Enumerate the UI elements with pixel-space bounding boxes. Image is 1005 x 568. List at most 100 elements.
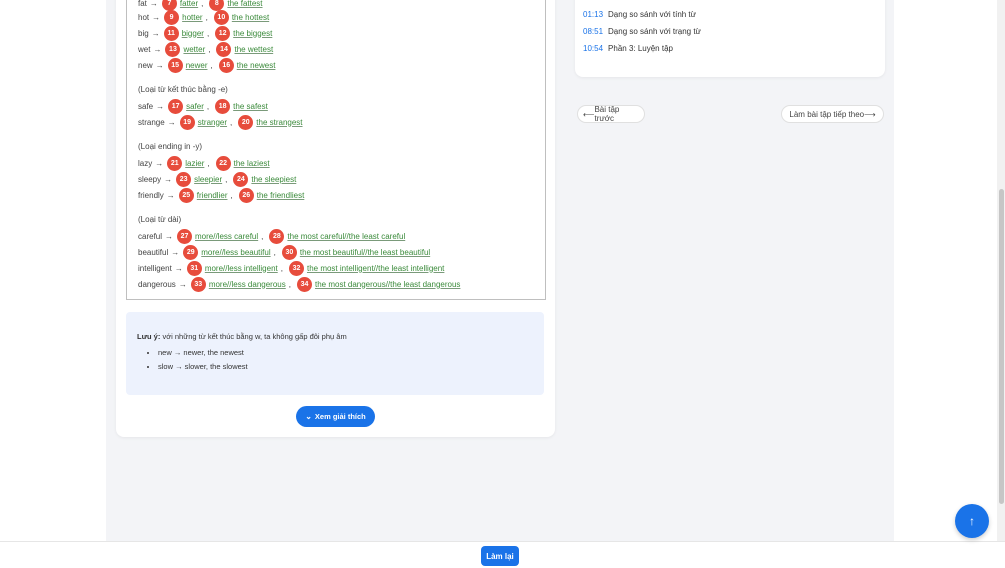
arrow-icon: →	[153, 44, 162, 54]
answer-comparative[interactable]: fatter	[180, 0, 198, 8]
base-word: strange	[138, 117, 165, 127]
answer-superlative[interactable]: the biggest	[233, 29, 272, 38]
scroll-to-top-button[interactable]: ↑	[955, 504, 989, 538]
note-list: new → newer, the newest slow → slower, t…	[144, 348, 248, 376]
comma-separator: ,	[230, 117, 233, 127]
exercise-row: dangerous → 33 more//less dangerous, 34 the m…	[138, 276, 460, 292]
arrow-icon: →	[152, 12, 161, 22]
blank-number-badge: 12	[215, 25, 231, 41]
answer-comparative[interactable]: more//less careful	[195, 232, 258, 241]
note-text: với những từ kết thúc bằng w, ta không g…	[162, 332, 347, 341]
answer-comparative[interactable]: newer	[186, 61, 208, 70]
answer-comparative[interactable]: more//less intelligent	[205, 264, 278, 273]
exercise-row: intelligent → 31 more//less intelligent, 32 t…	[138, 260, 444, 276]
scrollbar-thumb[interactable]	[999, 189, 1004, 504]
answer-comparative[interactable]: wetter	[183, 45, 205, 54]
comma-separator: ,	[225, 174, 228, 184]
answer-superlative[interactable]: the laziest	[234, 159, 270, 168]
answer-superlative[interactable]: the wettest	[234, 45, 273, 54]
answer-superlative[interactable]: the most beautiful//the least beautiful	[300, 248, 430, 257]
base-word: big	[138, 28, 149, 38]
answer-comparative[interactable]: sleepier	[194, 175, 222, 184]
blank-number-badge: 17	[168, 98, 184, 114]
answer-comparative[interactable]: more//less dangerous	[209, 280, 286, 289]
toc-title: Dạng so sánh với tính từ	[608, 10, 697, 19]
comma-separator: ,	[261, 231, 264, 241]
page-margin-left	[0, 0, 106, 541]
answer-comparative[interactable]: hotter	[182, 13, 202, 22]
comma-separator: ,	[273, 247, 276, 257]
comma-separator: ,	[201, 0, 204, 8]
answer-comparative[interactable]: safer	[186, 102, 204, 111]
answer-superlative[interactable]: the sleepiest	[251, 175, 296, 184]
toc-time: 01:13	[583, 10, 604, 19]
blank-number-badge: 19	[179, 114, 195, 130]
next-exercise-label: Làm bài tập tiếp theo	[789, 109, 865, 119]
arrow-left-icon: ⟵	[583, 109, 595, 119]
arrow-right-icon: ⟶	[864, 109, 876, 119]
answer-comparative[interactable]: friendlier	[197, 191, 228, 200]
base-word: wet	[138, 44, 151, 54]
toc-item[interactable]: 10:54 Phần 3: Luyện tập	[583, 44, 673, 53]
answer-superlative[interactable]: the hottest	[232, 13, 269, 22]
chevron-down-icon: ⌄	[305, 412, 312, 421]
previous-exercise-label: Bài tập trước	[594, 105, 620, 123]
exercise-row: strange → 19 stranger, 20 the strangest	[138, 114, 303, 130]
exercise-row: fat → 7 fatter, 8 the fattest	[138, 0, 263, 11]
comma-separator: ,	[288, 279, 291, 289]
base-word: beautiful	[138, 247, 169, 257]
group-heading-long: (Loại từ dài)	[138, 215, 182, 224]
blank-number-badge: 26	[238, 187, 254, 203]
answer-comparative[interactable]: bigger	[182, 29, 204, 38]
blank-number-badge: 32	[288, 260, 304, 276]
answer-superlative[interactable]: the most intelligent//the least intellig…	[307, 264, 444, 273]
blank-number-badge: 10	[213, 9, 229, 25]
answer-superlative[interactable]: the fattest	[227, 0, 262, 8]
blank-number-badge: 20	[238, 114, 254, 130]
arrow-icon: →	[167, 117, 176, 127]
blank-number-badge: 34	[296, 276, 312, 292]
answer-superlative[interactable]: the most careful//the least careful	[287, 232, 405, 241]
exercise-row: lazy → 21 lazier, 22 the laziest	[138, 155, 270, 171]
exercise-row: hot → 9 hotter, 10 the hottest	[138, 9, 269, 25]
blank-number-badge: 31	[186, 260, 202, 276]
comma-separator: ,	[230, 190, 233, 200]
arrow-icon: →	[151, 28, 160, 38]
show-explanation-button[interactable]: ⌄ Xem giải thích	[296, 406, 375, 427]
answer-superlative[interactable]: the newest	[237, 61, 276, 70]
blank-number-badge: 11	[163, 25, 179, 41]
base-word: lazy	[138, 158, 153, 168]
blank-number-badge: 22	[215, 155, 231, 171]
arrow-icon: →	[174, 263, 183, 273]
toc-item[interactable]: 08:51 Dạng so sánh với trạng từ	[583, 27, 701, 36]
answer-superlative[interactable]: the most dangerous//the least dangerous	[315, 280, 460, 289]
blank-number-badge: 8	[209, 0, 225, 11]
comma-separator: ,	[207, 158, 210, 168]
next-exercise-button[interactable]: Làm bài tập tiếp theo ⟶	[781, 105, 884, 123]
blank-number-badge: 7	[161, 0, 177, 11]
exercise-row: big → 11 bigger, 12 the biggest	[138, 25, 272, 41]
retry-button[interactable]: Làm lại	[481, 546, 519, 566]
note-title: Lưu ý: với những từ kết thúc bằng w, ta …	[137, 332, 347, 341]
base-word: fat	[138, 0, 147, 8]
answer-superlative[interactable]: the friendliest	[257, 191, 305, 200]
exercise-row: friendly → 25 friendlier, 26 the friendliest	[138, 187, 305, 203]
answer-comparative[interactable]: more//less beautiful	[201, 248, 270, 257]
base-word: intelligent	[138, 263, 172, 273]
note-box: Lưu ý: với những từ kết thúc bằng w, ta …	[126, 312, 544, 395]
answer-superlative[interactable]: the strangest	[256, 118, 302, 127]
blank-number-badge: 24	[233, 171, 249, 187]
answer-superlative[interactable]: the safest	[233, 102, 268, 111]
toc-item[interactable]: 01:13 Dạng so sánh với tính từ	[583, 10, 696, 19]
blank-number-badge: 23	[176, 171, 192, 187]
answer-comparative[interactable]: stranger	[198, 118, 227, 127]
base-word: hot	[138, 12, 150, 22]
base-word: sleepy	[138, 174, 162, 184]
show-explanation-label: Xem giải thích	[314, 412, 366, 421]
blank-number-badge: 16	[218, 57, 234, 73]
toc-time: 10:54	[583, 44, 604, 53]
previous-exercise-button[interactable]: ⟵ Bài tập trước	[577, 105, 645, 123]
blank-number-badge: 25	[178, 187, 194, 203]
answer-comparative[interactable]: lazier	[185, 159, 204, 168]
exercise-row: careful → 27 more//less careful, 28 the most …	[138, 228, 405, 244]
